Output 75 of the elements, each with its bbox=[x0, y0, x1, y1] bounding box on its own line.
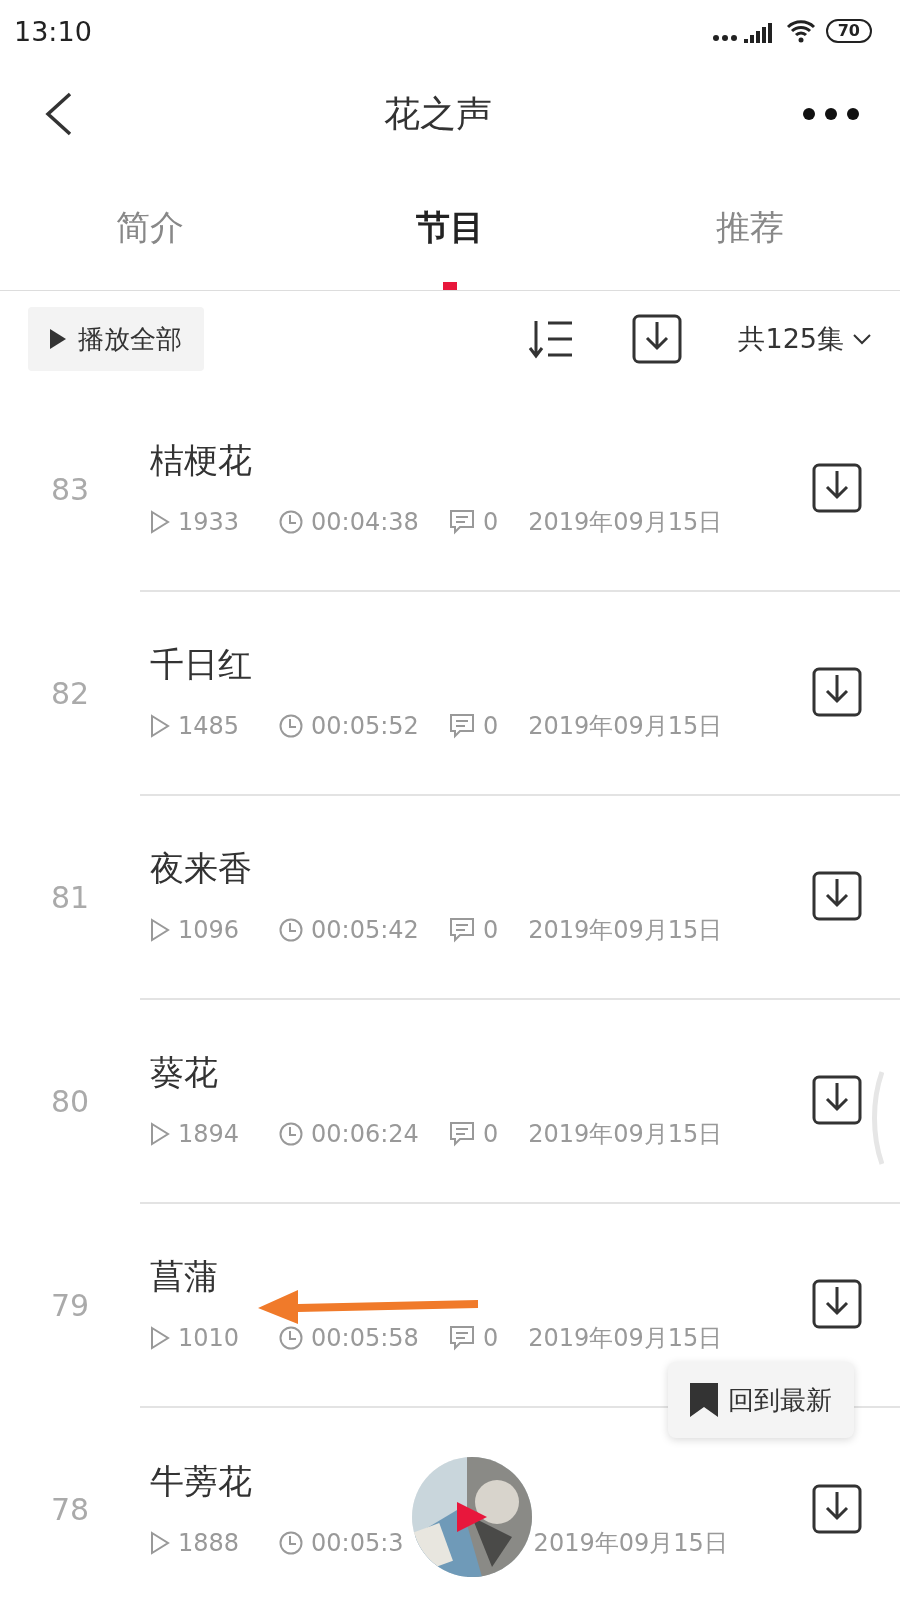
download-icon[interactable] bbox=[812, 1279, 862, 1329]
play-count-icon bbox=[150, 1326, 170, 1350]
comment-count: 0 bbox=[482, 1120, 499, 1148]
comment-count: 0 bbox=[482, 916, 499, 944]
clock-icon bbox=[279, 1531, 304, 1555]
episode-title[interactable]: 牛蒡花 bbox=[150, 1459, 812, 1505]
comment-icon bbox=[448, 1325, 475, 1351]
episode-number: 81 bbox=[49, 879, 91, 915]
episode-number: 78 bbox=[49, 1491, 91, 1527]
clock-icon bbox=[279, 1122, 304, 1146]
episode-title[interactable]: 桔梗花 bbox=[150, 438, 812, 484]
chevron-down-icon bbox=[852, 333, 872, 345]
download-icon[interactable] bbox=[812, 667, 862, 717]
back-icon[interactable] bbox=[44, 92, 74, 136]
duration: 00:05:52 bbox=[311, 712, 419, 740]
episode-title[interactable]: 菖蒲 bbox=[150, 1254, 812, 1300]
comment-icon bbox=[448, 1121, 475, 1147]
episode-title[interactable]: 葵花 bbox=[150, 1050, 812, 1096]
publish-date: 2019年09月15日 bbox=[528, 711, 723, 742]
download-icon[interactable] bbox=[632, 314, 683, 364]
episode-count-dropdown[interactable]: 共125集 bbox=[738, 321, 872, 357]
tab[interactable]: 简介 bbox=[0, 166, 300, 290]
clock-icon bbox=[279, 510, 304, 534]
play-count-icon bbox=[150, 1122, 170, 1146]
comment-count: 0 bbox=[482, 508, 499, 536]
play-count-icon bbox=[150, 714, 170, 738]
play-count-icon bbox=[150, 918, 170, 942]
duration: 00:05:3 bbox=[311, 1529, 404, 1557]
download-icon[interactable] bbox=[812, 1075, 862, 1125]
play-count: 1888 bbox=[178, 1529, 240, 1557]
download-icon[interactable] bbox=[812, 1484, 862, 1534]
duration: 00:05:42 bbox=[311, 916, 419, 944]
tab[interactable]: 节目 bbox=[300, 166, 600, 290]
battery-indicator: 70 bbox=[825, 19, 872, 43]
play-icon bbox=[50, 329, 66, 349]
play-count: 1010 bbox=[178, 1324, 240, 1352]
publish-date: 2019年09月15日 bbox=[528, 1323, 723, 1354]
play-count-icon bbox=[150, 510, 170, 534]
wifi-icon bbox=[785, 19, 816, 43]
publish-date: 2019年09月15日 bbox=[528, 507, 723, 538]
play-count: 1933 bbox=[178, 508, 240, 536]
play-count: 1485 bbox=[178, 712, 240, 740]
page-title: 花之声 bbox=[384, 91, 492, 136]
comment-icon bbox=[448, 713, 475, 739]
episode-title[interactable]: 千日红 bbox=[150, 642, 812, 688]
more-icon[interactable] bbox=[802, 107, 860, 121]
duration: 00:05:58 bbox=[311, 1324, 419, 1352]
clock-icon bbox=[279, 918, 304, 942]
back-to-latest-button[interactable]: 回到最新 bbox=[668, 1362, 854, 1438]
play-count: 1894 bbox=[178, 1120, 240, 1148]
publish-date: 2019年09月15日 bbox=[533, 1528, 728, 1559]
episode-number: 82 bbox=[49, 675, 91, 711]
episode-title[interactable]: 夜来香 bbox=[150, 846, 812, 892]
comment-count: 0 bbox=[482, 1324, 499, 1352]
episode-number: 79 bbox=[49, 1287, 91, 1323]
bookmark-icon bbox=[690, 1383, 718, 1417]
episode-number: 83 bbox=[49, 471, 91, 507]
comment-count: 0 bbox=[482, 712, 499, 740]
play-count-icon bbox=[150, 1531, 170, 1555]
comment-icon bbox=[448, 509, 475, 535]
download-icon[interactable] bbox=[812, 871, 862, 921]
play-count: 1096 bbox=[178, 916, 240, 944]
publish-date: 2019年09月15日 bbox=[528, 1119, 723, 1150]
clock-icon bbox=[279, 1326, 304, 1350]
publish-date: 2019年09月15日 bbox=[528, 915, 723, 946]
sort-icon[interactable] bbox=[528, 319, 575, 359]
comment-icon bbox=[448, 917, 475, 943]
episode-number: 80 bbox=[49, 1083, 91, 1119]
clock-icon bbox=[279, 714, 304, 738]
duration: 00:04:38 bbox=[311, 508, 419, 536]
status-time: 13:10 bbox=[14, 15, 92, 47]
download-icon[interactable] bbox=[812, 463, 862, 513]
duration: 00:06:24 bbox=[311, 1120, 419, 1148]
tab[interactable]: 推荐 bbox=[600, 166, 900, 290]
play-all-button[interactable]: 播放全部 bbox=[28, 307, 204, 371]
